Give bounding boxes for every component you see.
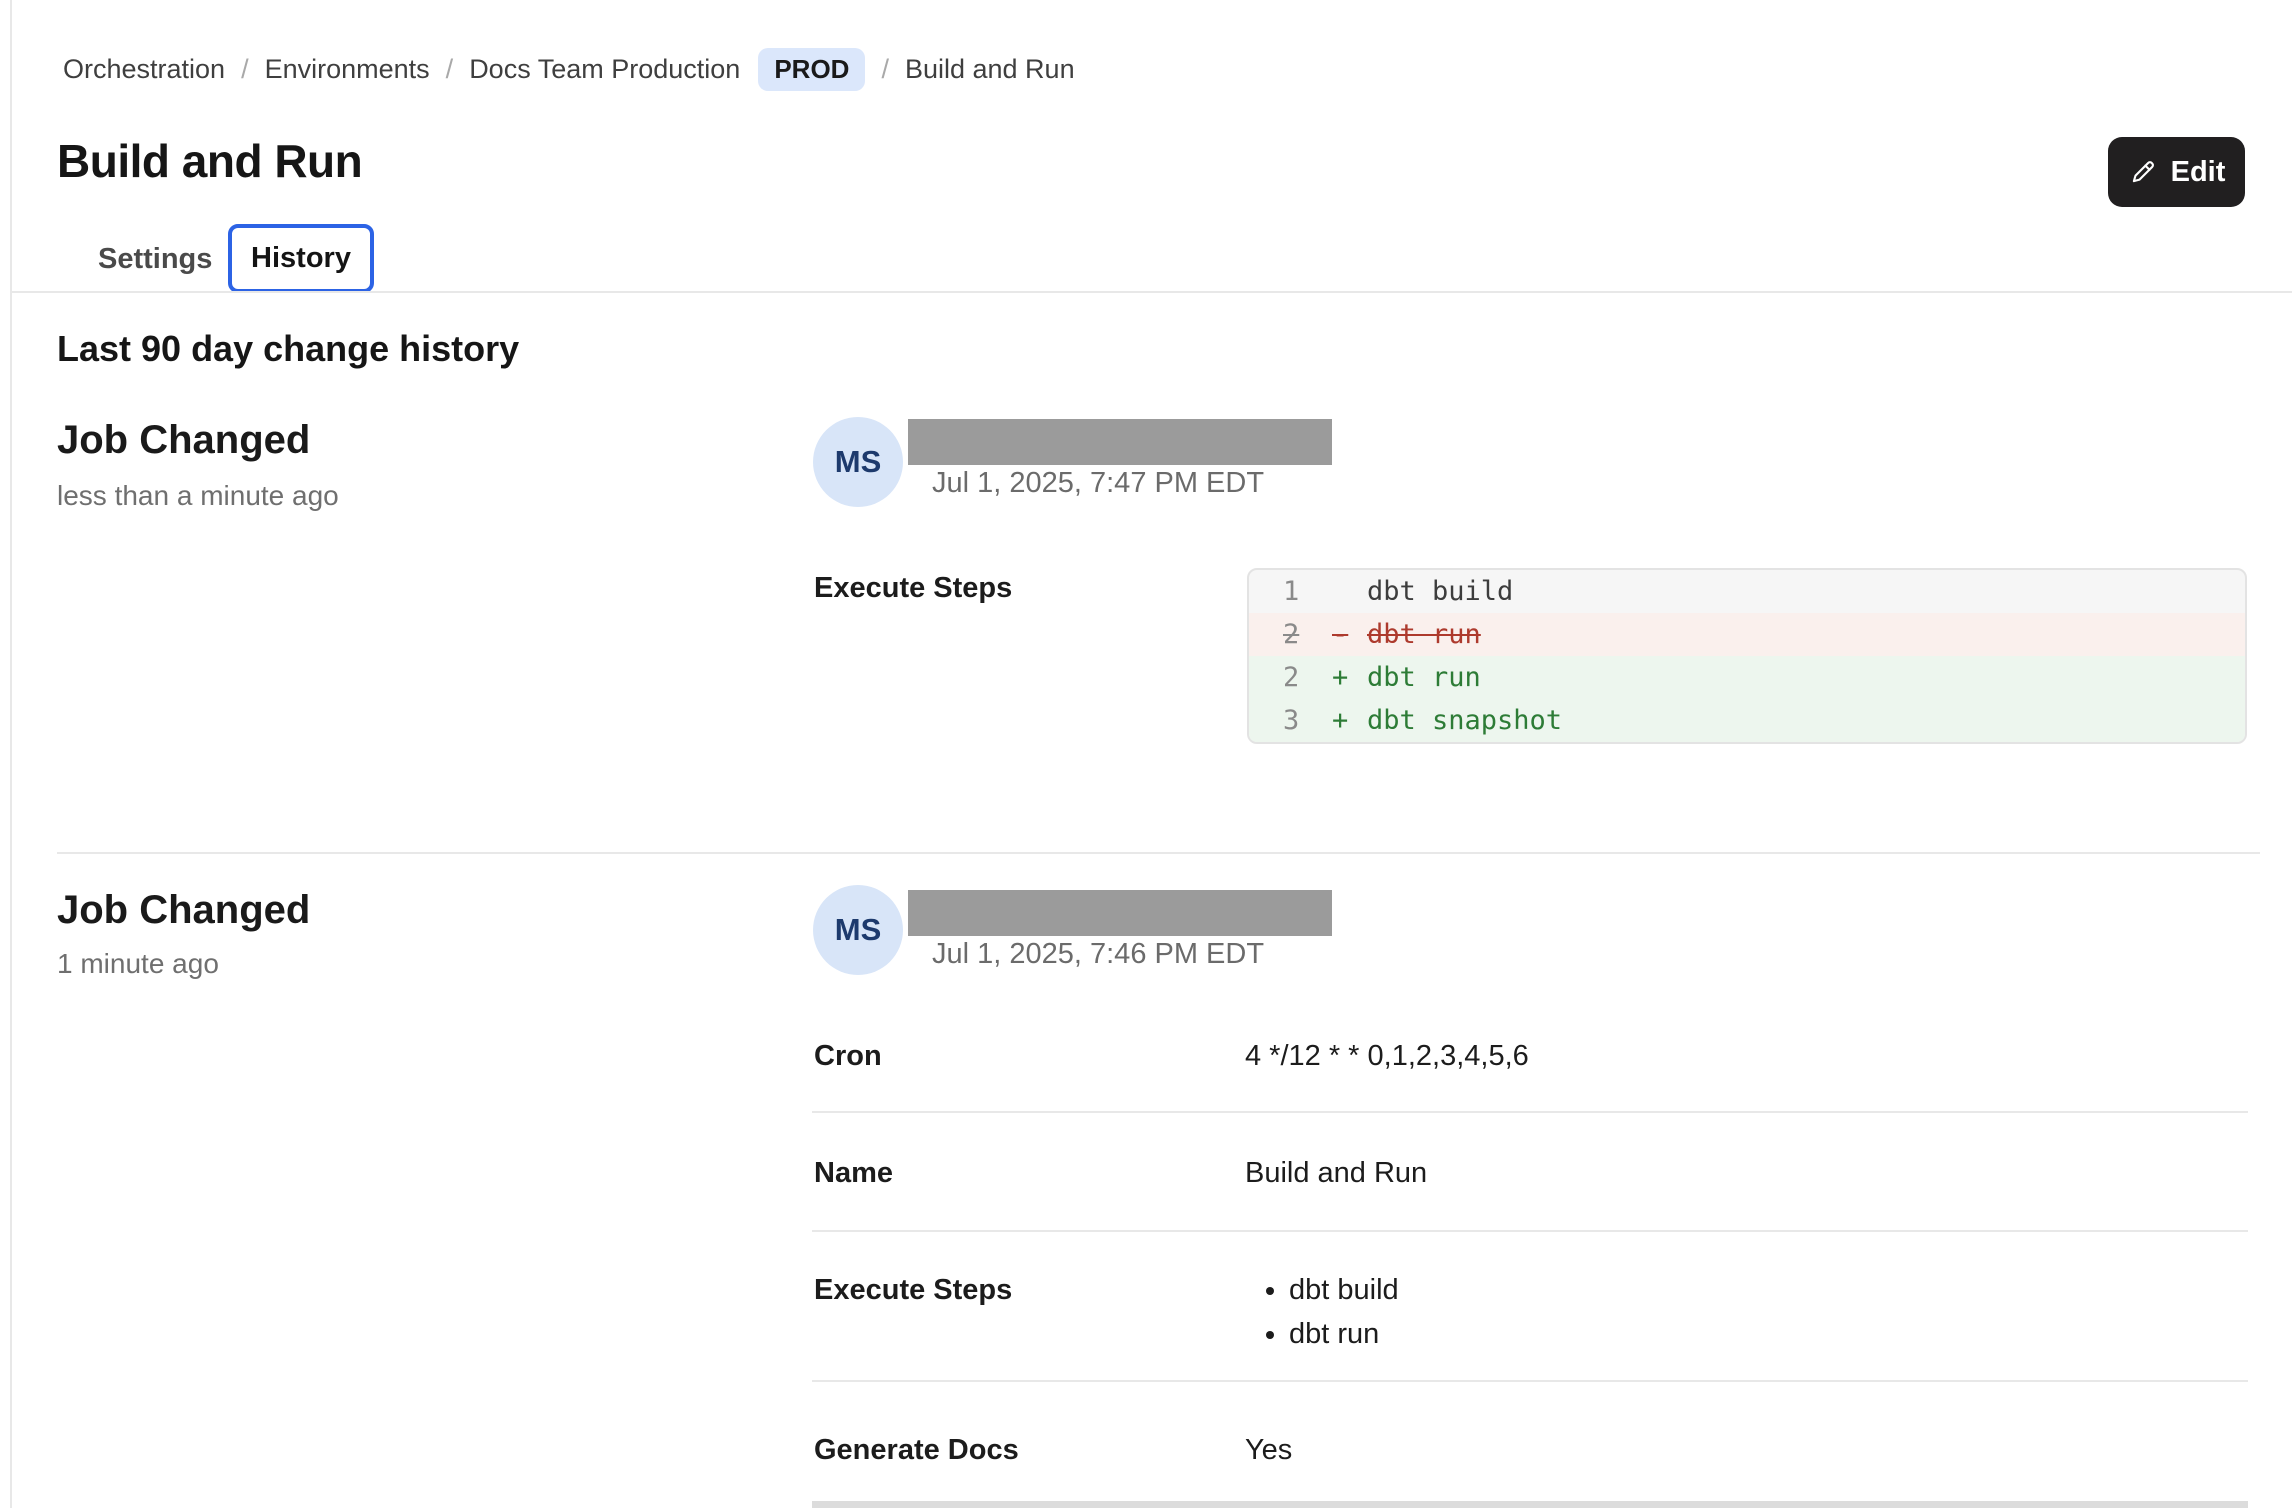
- diff-line-number: 2: [1283, 613, 1332, 656]
- breadcrumb-environments[interactable]: Environments: [265, 54, 430, 85]
- breadcrumb-current-job: Build and Run: [905, 54, 1075, 85]
- diff-text: dbt run: [1367, 619, 1481, 650]
- event-title: Job Changed: [57, 888, 310, 933]
- breadcrumb-orchestration[interactable]: Orchestration: [63, 54, 225, 85]
- diff-line-added: 3+dbt snapshot: [1249, 699, 2245, 742]
- edit-button[interactable]: Edit: [2108, 137, 2245, 207]
- row-divider: [812, 1230, 2248, 1232]
- diff-prefix: +: [1332, 699, 1367, 742]
- redacted-user-name: [908, 890, 1332, 936]
- avatar: MS: [813, 885, 903, 975]
- row-divider: [812, 1111, 2248, 1113]
- tab-history[interactable]: History: [228, 224, 374, 293]
- job-history-page: Orchestration / Environments / Docs Team…: [0, 0, 2292, 1508]
- tab-settings[interactable]: Settings: [80, 225, 230, 293]
- field-label-execute-steps: Execute Steps: [814, 1274, 1012, 1307]
- event-relative-time: 1 minute ago: [57, 948, 219, 980]
- field-label-name: Name: [814, 1157, 893, 1190]
- field-value-cron: 4 */12 * * 0,1,2,3,4,5,6: [1245, 1040, 1529, 1073]
- field-value-name: Build and Run: [1245, 1157, 1427, 1190]
- diff-text: dbt snapshot: [1367, 705, 1562, 736]
- field-value-generate-docs: Yes: [1245, 1434, 1292, 1467]
- diff-line-removed: 2-dbt run: [1249, 613, 2245, 656]
- breadcrumb-environment-name[interactable]: Docs Team Production: [469, 54, 740, 85]
- diff-prefix: +: [1332, 656, 1367, 699]
- diff-prefix: -: [1332, 613, 1367, 656]
- field-label-cron: Cron: [814, 1040, 882, 1073]
- row-divider: [812, 1380, 2248, 1382]
- diff-text: dbt run: [1367, 662, 1481, 693]
- env-prod-badge: PROD: [758, 48, 865, 91]
- execute-step-item: dbt run: [1289, 1312, 1399, 1356]
- event-timestamp: Jul 1, 2025, 7:47 PM EDT: [932, 467, 1264, 500]
- event-relative-time: less than a minute ago: [57, 480, 339, 512]
- diff-line-added: 2+dbt run: [1249, 656, 2245, 699]
- field-label-generate-docs: Generate Docs: [814, 1434, 1019, 1467]
- redacted-user-name: [908, 419, 1332, 465]
- field-label-execute-steps: Execute Steps: [814, 572, 1012, 605]
- breadcrumb-separator: /: [881, 54, 889, 85]
- diff-line-number: 1: [1283, 570, 1332, 613]
- tabs-divider: [10, 291, 2292, 293]
- breadcrumb-separator: /: [241, 54, 249, 85]
- change-history-heading: Last 90 day change history: [57, 328, 519, 370]
- entry-divider: [57, 852, 2260, 854]
- breadcrumb-separator: /: [446, 54, 454, 85]
- event-timestamp: Jul 1, 2025, 7:46 PM EDT: [932, 938, 1264, 971]
- execute-steps-list: dbt build dbt run: [1247, 1268, 1399, 1356]
- pencil-icon: [2128, 157, 2158, 187]
- diff-line-unchanged: 1 dbt build: [1249, 570, 2245, 613]
- diff-line-number: 3: [1283, 699, 1332, 742]
- avatar: MS: [813, 417, 903, 507]
- next-row-divider-partial: [812, 1501, 2248, 1508]
- diff-line-number: 2: [1283, 656, 1332, 699]
- edit-button-label: Edit: [2171, 156, 2226, 189]
- page-title: Build and Run: [57, 134, 362, 188]
- event-title: Job Changed: [57, 418, 310, 463]
- breadcrumb: Orchestration / Environments / Docs Team…: [63, 48, 1075, 91]
- execute-steps-diff-block: 1dbt build 2-dbt run 2+dbt run 3+dbt sna…: [1247, 568, 2247, 744]
- execute-step-item: dbt build: [1289, 1268, 1399, 1312]
- panel-left-border: [10, 0, 12, 1508]
- diff-text: dbt build: [1367, 576, 1513, 607]
